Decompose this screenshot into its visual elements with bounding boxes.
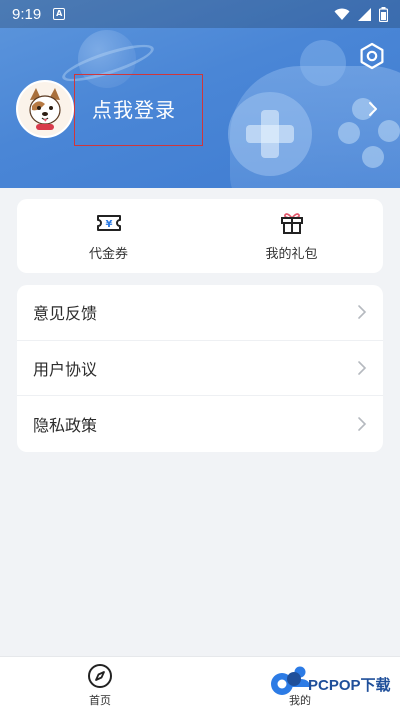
chevron-right-icon xyxy=(358,305,367,320)
profile-header: 9:19 A 点我登录 xyxy=(0,0,400,188)
voucher-label: 代金券 xyxy=(88,246,128,262)
dpad-decoration xyxy=(228,92,312,176)
dog-avatar-icon xyxy=(18,82,72,136)
voucher-icon: ¥ xyxy=(96,214,121,231)
menu-item-user-agreement[interactable]: 用户协议 xyxy=(17,341,383,397)
pcpop-logo-icon xyxy=(271,672,301,695)
chevron-right-icon xyxy=(358,361,367,375)
watermark-text: PCPOP下载 xyxy=(308,676,391,694)
avatar[interactable] xyxy=(16,80,74,138)
gamepad-button-decoration xyxy=(378,120,400,142)
quick-actions-card: ¥ 代金券 我的礼包 xyxy=(17,199,383,273)
menu-item-label: 意见反馈 xyxy=(33,304,98,324)
chevron-right-icon xyxy=(358,417,367,431)
menu-item-label: 隐私政策 xyxy=(33,415,98,435)
nav-item-home[interactable]: 首页 xyxy=(0,657,200,710)
signal-icon xyxy=(358,7,371,21)
status-icons xyxy=(334,6,388,22)
menu-item-privacy-policy[interactable]: 隐私政策 xyxy=(17,396,383,452)
status-time: 9:19 xyxy=(12,5,42,23)
battery-icon xyxy=(379,6,388,22)
menu-card: 意见反馈 用户协议 隐私政策 xyxy=(17,285,383,452)
gift-pack-label: 我的礼包 xyxy=(265,246,318,262)
svg-text:¥: ¥ xyxy=(105,219,112,230)
gamepad-button-decoration xyxy=(338,122,360,144)
wifi-icon xyxy=(334,8,350,20)
gift-pack-button[interactable]: 我的礼包 xyxy=(200,199,383,273)
settings-icon[interactable] xyxy=(358,42,386,70)
compass-icon xyxy=(88,664,112,688)
chevron-right-icon[interactable] xyxy=(366,100,380,118)
voucher-button[interactable]: ¥ 代金券 xyxy=(17,199,200,273)
nav-label-home: 首页 xyxy=(89,694,111,707)
notification-a-icon: A xyxy=(53,8,66,20)
menu-item-feedback[interactable]: 意见反馈 xyxy=(17,285,383,341)
gift-icon xyxy=(280,212,303,234)
status-bar: 9:19 A xyxy=(0,0,400,28)
gamepad-button-decoration xyxy=(362,146,384,168)
pcpop-watermark: PCPOP下载 xyxy=(268,664,394,704)
login-button[interactable]: 点我登录 xyxy=(92,94,176,123)
menu-item-label: 用户协议 xyxy=(33,359,98,379)
